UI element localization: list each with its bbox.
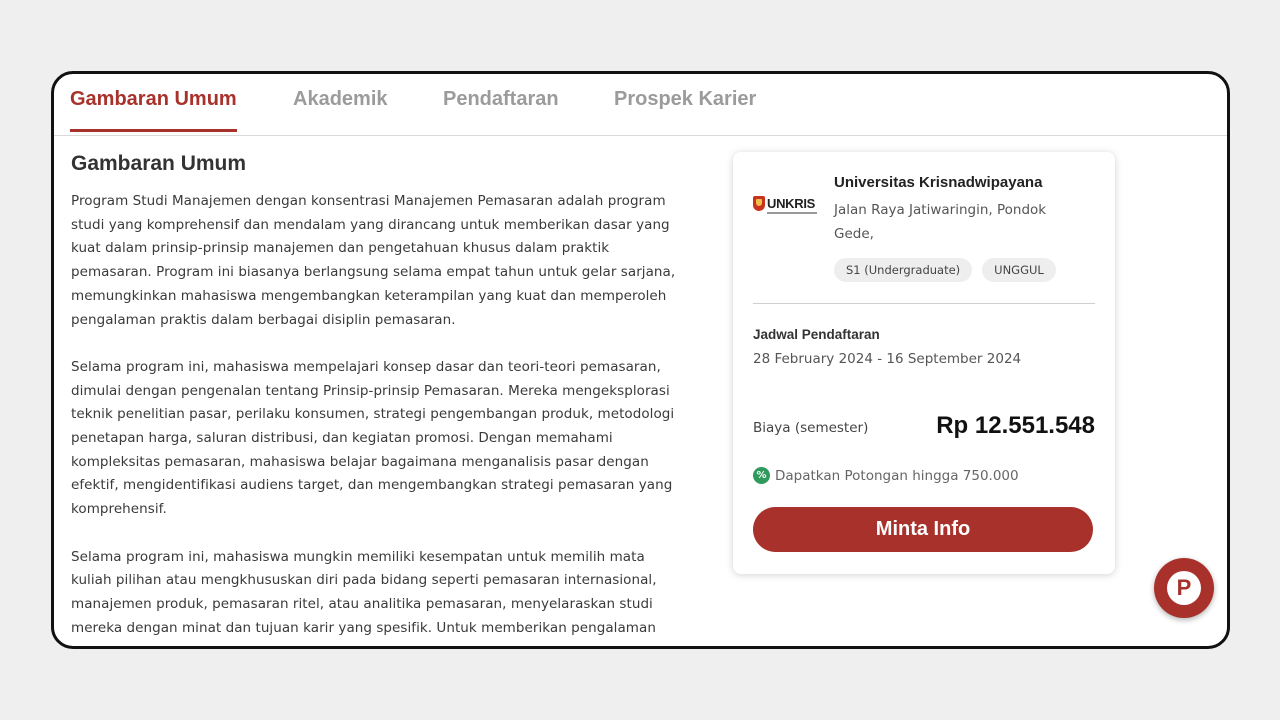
fee-label: Biaya (semester) [753, 420, 869, 436]
shield-icon [753, 196, 765, 211]
section-title: Gambaran Umum [71, 152, 247, 175]
paragraph: Program Studi Manajemen dengan konsentra… [71, 193, 676, 328]
schedule-label: Jadwal Pendaftaran [753, 327, 880, 342]
degree-badge: S1 (Undergraduate) [834, 258, 973, 282]
tab-bar: Gambaran Umum Akademik Pendaftaran Prosp… [54, 74, 1227, 136]
percent-icon: % [753, 467, 770, 484]
tab-prospek-karier[interactable]: Prospek Karier [614, 88, 756, 131]
request-info-button[interactable]: Minta Info [753, 507, 1093, 552]
tab-akademik[interactable]: Akademik [293, 88, 388, 131]
logo-underline [767, 212, 817, 214]
program-detail-panel: Gambaran Umum Akademik Pendaftaran Prosp… [51, 71, 1230, 649]
discount-text: Dapatkan Potongan hingga 750.000 [775, 467, 1019, 484]
university-logo: UNKRIS [753, 196, 815, 211]
accreditation-badge: UNGGUL [982, 258, 1056, 282]
tab-pendaftaran[interactable]: Pendaftaran [443, 88, 559, 131]
tab-gambaran-umum[interactable]: Gambaran Umum [70, 88, 237, 132]
paragraph: Selama program ini, mahasiswa mempelajar… [71, 358, 675, 518]
logo-text: UNKRIS [767, 196, 816, 211]
divider [753, 303, 1095, 304]
badge-group: S1 (Undergraduate) UNGGUL [834, 258, 1056, 282]
discount-info: % Dapatkan Potongan hingga 750.000 [753, 467, 1019, 484]
schedule-value: 28 February 2024 - 16 September 2024 [753, 351, 1022, 367]
university-name[interactable]: Universitas Krisnadwipayana [834, 174, 1042, 191]
fee-value: Rp 12.551.548 [936, 412, 1095, 439]
paragraph: Selama program ini, mahasiswa mungkin me… [71, 548, 657, 636]
overview-content: Gambaran Umum Program Studi Manajemen de… [71, 152, 681, 646]
chat-p-icon: P [1167, 571, 1201, 605]
chat-button[interactable]: P [1154, 558, 1214, 618]
university-address: Jalan Raya Jatiwaringin, Pondok Gede, [834, 202, 1047, 242]
university-info-card: UNKRIS Universitas Krisnadwipayana Jalan… [733, 152, 1115, 574]
